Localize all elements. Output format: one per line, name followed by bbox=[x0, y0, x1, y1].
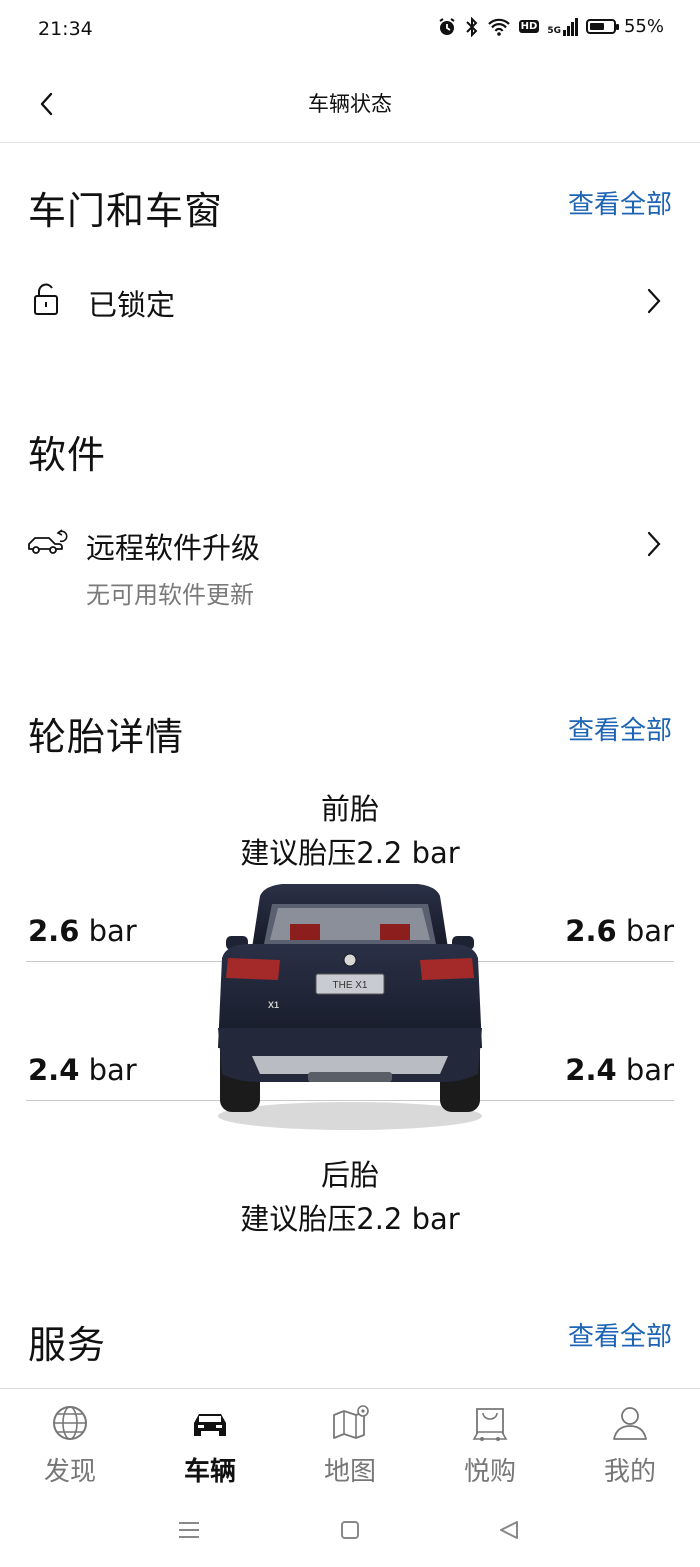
rear-recommended-pressure: 建议胎压2.2 bar bbox=[240, 1202, 460, 1236]
lock-icon bbox=[34, 283, 58, 315]
license-plate-text: THE X1 bbox=[332, 980, 367, 991]
nav-label-vehicle: 车辆 bbox=[183, 1457, 236, 1487]
battery-fill bbox=[589, 23, 605, 30]
nav-item-vehicle[interactable]: 车辆 bbox=[140, 1389, 280, 1499]
car-rear-image: THE X1 X1 bbox=[218, 884, 482, 1130]
network-type: 5G bbox=[547, 25, 561, 36]
section-title-services: 服务 bbox=[28, 1323, 107, 1367]
battery-icon bbox=[585, 19, 619, 34]
status-icons: HD 5G 55% bbox=[437, 16, 664, 37]
front-recommended-pressure: 建议胎压2.2 bar bbox=[240, 836, 460, 870]
nav-item-discover[interactable]: 发现 bbox=[0, 1389, 140, 1499]
bluetooth-icon bbox=[465, 16, 478, 37]
back-triangle-icon[interactable] bbox=[498, 1520, 520, 1540]
home-icon[interactable] bbox=[340, 1520, 360, 1540]
hd-badge: HD bbox=[518, 20, 540, 33]
nav-label-discover: 发现 bbox=[43, 1457, 96, 1487]
lock-status-row[interactable]: 已锁定 bbox=[0, 270, 700, 334]
nav-label-shop: 悦购 bbox=[463, 1457, 516, 1487]
software-update-label: 远程软件升级 bbox=[86, 531, 261, 565]
section-title-tires: 轮胎详情 bbox=[28, 715, 185, 759]
car-icon bbox=[194, 1414, 226, 1436]
battery-percent: 55% bbox=[623, 16, 664, 37]
alarm-icon bbox=[439, 17, 455, 35]
services-view-all-link[interactable]: 查看全部 bbox=[568, 1316, 672, 1353]
person-icon bbox=[613, 1407, 647, 1440]
header: 车辆状态 bbox=[0, 64, 700, 143]
nav-item-map[interactable]: 地图 bbox=[280, 1389, 420, 1499]
section-title-software: 软件 bbox=[28, 433, 107, 477]
chevron-right-icon bbox=[647, 288, 661, 314]
rear-tire-label: 后胎 bbox=[320, 1158, 379, 1192]
cellular-signal-icon: 5G bbox=[547, 17, 578, 36]
software-update-status: 无可用软件更新 bbox=[86, 581, 254, 609]
model-badge-text: X1 bbox=[268, 1000, 279, 1010]
menu-icon[interactable] bbox=[178, 1520, 200, 1540]
nav-label-me: 我的 bbox=[603, 1457, 656, 1487]
doors-view-all-link[interactable]: 查看全部 bbox=[568, 184, 672, 221]
bottom-navigation: 发现 车辆 地图 悦购 我的 bbox=[0, 1388, 700, 1499]
page-title: 车辆状态 bbox=[308, 92, 392, 116]
status-time: 21:34 bbox=[38, 18, 93, 40]
car-update-icon bbox=[28, 529, 68, 554]
nav-item-shop[interactable]: 悦购 bbox=[420, 1389, 560, 1499]
wifi-icon bbox=[487, 18, 510, 36]
front-left-pressure: 2.6 bar bbox=[28, 914, 137, 948]
front-tire-label: 前胎 bbox=[320, 792, 379, 826]
section-title-doors-windows: 车门和车窗 bbox=[28, 189, 224, 233]
lock-status-label: 已锁定 bbox=[88, 288, 176, 322]
rear-left-pressure: 2.4 bar bbox=[28, 1053, 137, 1087]
globe-icon bbox=[53, 1406, 87, 1440]
map-icon bbox=[333, 1405, 369, 1439]
tires-view-all-link[interactable]: 查看全部 bbox=[568, 710, 672, 747]
front-right-pressure: 2.6 bar bbox=[565, 914, 674, 948]
nav-item-me[interactable]: 我的 bbox=[560, 1389, 700, 1499]
software-update-row[interactable]: 远程软件升级 无可用软件更新 bbox=[0, 515, 700, 615]
rear-right-pressure: 2.4 bar bbox=[565, 1053, 674, 1087]
chevron-right-icon bbox=[647, 531, 661, 557]
nav-label-map: 地图 bbox=[323, 1457, 376, 1487]
shopping-bag-icon bbox=[472, 1408, 508, 1441]
system-navigation-bar bbox=[0, 1498, 700, 1567]
